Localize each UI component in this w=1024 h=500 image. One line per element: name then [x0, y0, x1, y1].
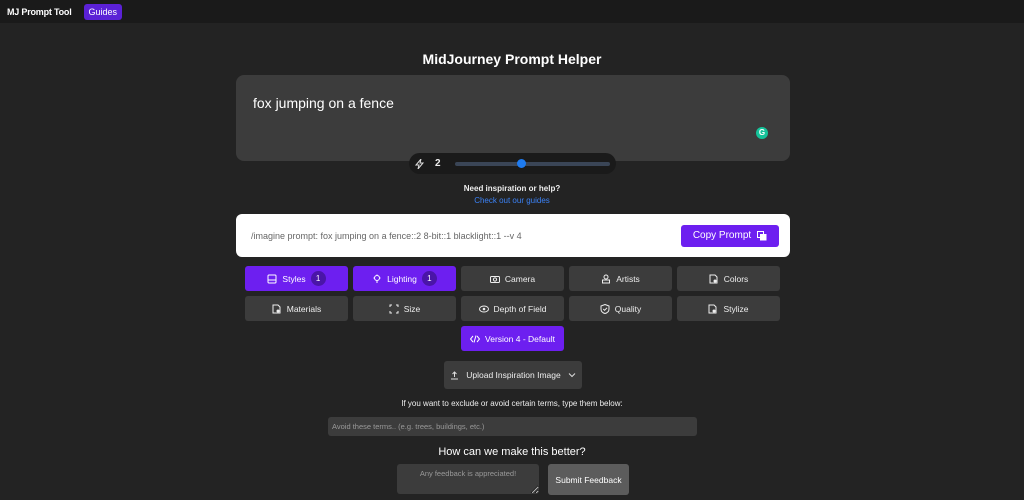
prompt-output-text[interactable]: /imagine prompt: fox jumping on a fence:…	[251, 231, 681, 241]
category-quality-button[interactable]: Quality	[569, 296, 672, 321]
upload-icon	[450, 370, 459, 380]
prompt-input[interactable]: fox jumping on a fence G	[236, 75, 790, 161]
upload-image-button[interactable]: Upload Inspiration Image	[444, 361, 582, 389]
category-styles-button[interactable]: Styles 1	[245, 266, 348, 291]
bulb-icon	[372, 273, 382, 284]
category-label: Materials	[286, 303, 322, 314]
shield-icon	[600, 303, 610, 314]
expand-icon	[389, 304, 399, 314]
camera-icon	[489, 274, 500, 284]
guides-button[interactable]: Guides	[83, 3, 123, 20]
image-icon	[267, 274, 277, 284]
copy-prompt-label: Copy Prompt	[692, 230, 752, 241]
category-materials-button[interactable]: Materials	[245, 296, 348, 321]
prompt-text: fox jumping on a fence	[253, 95, 394, 111]
category-lighting-button[interactable]: Lighting 1	[353, 266, 456, 291]
submit-feedback-button[interactable]: Submit Feedback	[548, 464, 629, 495]
category-stylize-button[interactable]: Stylize	[677, 296, 780, 321]
feedback-heading: How can we make this better?	[438, 446, 586, 458]
code-icon	[470, 334, 481, 343]
bolt-icon	[415, 158, 425, 169]
upload-label: Upload Inspiration Image	[466, 370, 561, 380]
help-text: Need inspiration or help?	[463, 184, 561, 193]
selection-count-badge: 1	[421, 271, 437, 286]
category-size-button[interactable]: Size	[353, 296, 456, 321]
brand-logo[interactable]: MJ Prompt Tool	[7, 7, 72, 17]
copy-prompt-button[interactable]: Copy Prompt	[681, 224, 779, 247]
weight-slider-bar: 2	[409, 153, 616, 174]
exclude-terms-input[interactable]	[328, 417, 697, 436]
grammarly-icon[interactable]: G	[756, 127, 768, 139]
category-depth-of-field-button[interactable]: Depth of Field	[461, 296, 564, 321]
category-grid: Styles 1 Lighting 1 Camera Artists Colors Mater…	[245, 266, 780, 321]
guides-link[interactable]: Check out our guides	[0, 196, 1024, 205]
version-label: Version 4 - Default	[485, 333, 555, 344]
feedback-textarea[interactable]	[397, 464, 539, 494]
category-label: Styles	[282, 273, 306, 284]
category-label: Colors	[723, 273, 749, 284]
category-label: Size	[403, 303, 421, 314]
category-label: Artists	[616, 273, 640, 284]
slider-thumb[interactable]	[516, 159, 526, 168]
category-camera-button[interactable]: Camera	[461, 266, 564, 291]
user-icon	[601, 274, 611, 284]
copy-icon	[757, 230, 767, 241]
page-title: MidJourney Prompt Helper	[422, 51, 602, 67]
palette-icon	[708, 304, 718, 314]
prompt-output: /imagine prompt: fox jumping on a fence:…	[236, 214, 790, 257]
category-label: Depth of Field	[493, 303, 547, 314]
category-artists-button[interactable]: Artists	[569, 266, 672, 291]
category-colors-button[interactable]: Colors	[677, 266, 780, 291]
chevron-down-icon	[568, 372, 576, 378]
weight-slider[interactable]	[454, 159, 610, 168]
exclude-label: If you want to exclude or avoid certain …	[401, 399, 623, 408]
weight-value: 2	[435, 158, 441, 169]
selection-count-badge: 1	[310, 271, 326, 286]
top-nav: MJ Prompt Tool Guides	[0, 0, 1024, 23]
version-button[interactable]: Version 4 - Default	[461, 326, 564, 351]
category-label: Stylize	[723, 303, 749, 314]
category-label: Quality	[614, 303, 642, 314]
eye-icon	[478, 304, 489, 314]
category-label: Camera	[504, 273, 536, 284]
palette-icon	[272, 304, 282, 314]
palette-icon	[709, 274, 719, 284]
category-label: Lighting	[387, 273, 417, 284]
